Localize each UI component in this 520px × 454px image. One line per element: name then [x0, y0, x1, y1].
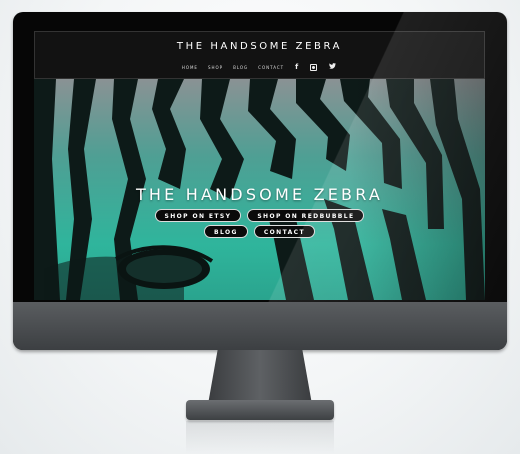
nav-blog[interactable]: BLOG — [233, 65, 248, 70]
main-nav: HOME SHOP BLOG CONTACT f — [35, 63, 484, 71]
contact-button[interactable]: CONTACT — [253, 225, 315, 238]
nav-contact[interactable]: CONTACT — [258, 65, 284, 70]
nav-shop[interactable]: SHOP — [208, 65, 223, 70]
blog-button[interactable]: BLOG — [204, 225, 248, 238]
facebook-icon[interactable]: f — [295, 63, 298, 71]
instagram-icon[interactable] — [310, 63, 318, 71]
hero-button-row-1: SHOP ON ETSY SHOP ON REDBUBBLE — [34, 209, 485, 222]
shop-on-etsy-button[interactable]: SHOP ON ETSY — [154, 209, 242, 222]
shop-on-redbubble-button[interactable]: SHOP ON REDBUBBLE — [247, 209, 365, 222]
hero-section: THE HANDSOME ZEBRA SHOP ON ETSY SHOP ON … — [34, 79, 485, 300]
stand-reflection — [186, 421, 334, 454]
monitor-chin — [13, 302, 507, 350]
monitor-stand-base — [186, 400, 334, 420]
nav-home[interactable]: HOME — [182, 65, 198, 70]
monitor-screen: THE HANDSOME ZEBRA HOME SHOP BLOG CONTAC… — [34, 31, 485, 300]
hero-title: THE HANDSOME ZEBRA — [135, 185, 384, 204]
site-title[interactable]: THE HANDSOME ZEBRA — [35, 41, 484, 52]
site-header: THE HANDSOME ZEBRA HOME SHOP BLOG CONTAC… — [34, 31, 485, 79]
twitter-icon[interactable] — [329, 63, 337, 71]
hero-button-row-2: BLOG CONTACT — [34, 225, 485, 238]
